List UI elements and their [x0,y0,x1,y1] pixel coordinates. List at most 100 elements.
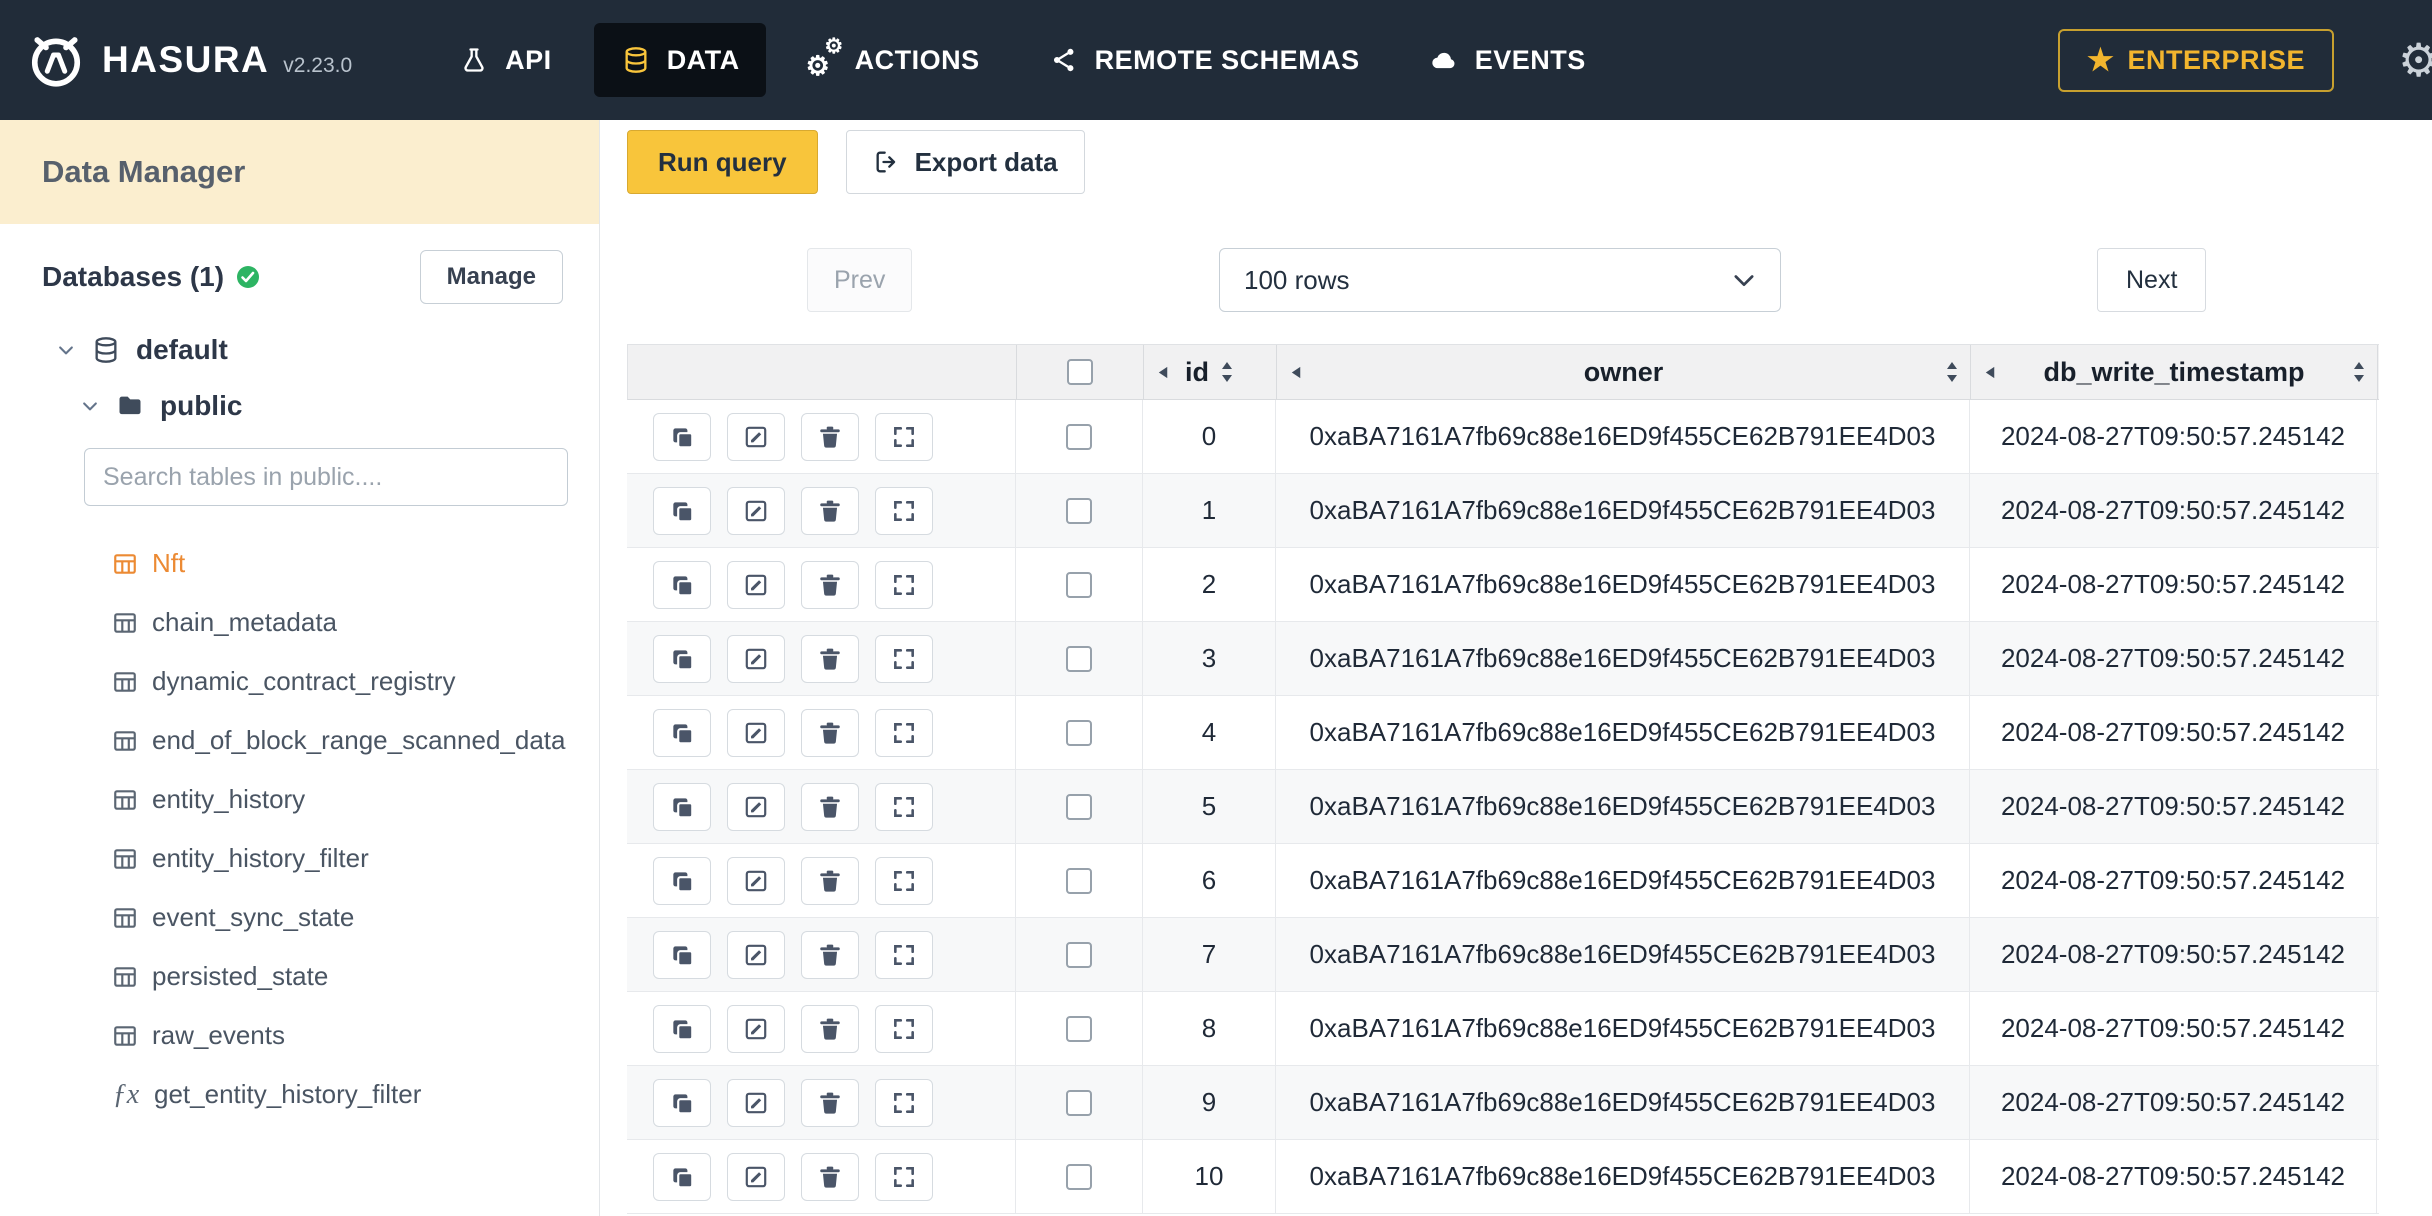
clone-row-button[interactable] [653,634,711,683]
chevron-down-icon[interactable] [80,396,100,416]
prev-page-button[interactable]: Prev [807,248,913,312]
enterprise-label: ENTERPRISE [2127,44,2305,75]
expand-row-button[interactable] [875,634,933,683]
expand-row-button[interactable] [875,560,933,609]
table-row: 1 0xaBA7161A7fb69c88e16ED9f455CE62B791EE… [627,474,2379,548]
cell-timestamp: 2024-08-27T09:50:57.245142 [1970,622,2377,695]
expand-row-button[interactable] [875,782,933,831]
clone-row-button[interactable] [653,1004,711,1053]
expand-row-button[interactable] [875,1078,933,1127]
delete-row-button[interactable] [801,1152,859,1201]
expand-row-button[interactable] [875,1004,933,1053]
select-all-checkbox[interactable] [1067,359,1093,385]
delete-row-button[interactable] [801,782,859,831]
row-checkbox[interactable] [1066,719,1092,746]
edit-row-button[interactable] [727,412,785,461]
edit-row-button[interactable] [727,1078,785,1127]
nav-item-api[interactable]: API [432,23,578,97]
sidebar-table-item[interactable]: event_sync_state [0,888,599,947]
row-checkbox[interactable] [1066,1015,1092,1042]
row-checkbox[interactable] [1066,571,1092,598]
expand-row-button[interactable] [875,486,933,535]
rows-per-page-select[interactable]: 100 rows [1219,248,1781,312]
edit-row-button[interactable] [727,782,785,831]
delete-row-button[interactable] [801,856,859,905]
clone-row-button[interactable] [653,708,711,757]
cell-timestamp: 2024-08-27T09:50:57.245142 [1970,1066,2377,1139]
sort-icon[interactable] [1944,360,1960,384]
nav-item-remote-schemas[interactable]: REMOTE SCHEMAS [1022,23,1386,97]
row-checkbox[interactable] [1066,497,1092,524]
sort-icon[interactable] [1219,360,1235,384]
sidebar-table-item[interactable]: Nft [0,534,599,593]
edit-row-button[interactable] [727,708,785,757]
sidebar-table-item[interactable]: chain_metadata [0,593,599,652]
sidebar-table-item[interactable]: entity_history [0,770,599,829]
enterprise-button[interactable]: ★ ENTERPRISE [2058,28,2334,92]
sidebar-table-item[interactable]: end_of_block_range_scanned_data [0,711,599,770]
clone-row-button[interactable] [653,1152,711,1201]
sidebar-table-item[interactable]: persisted_state [0,947,599,1006]
manage-button[interactable]: Manage [419,250,563,304]
sidebar-table-item[interactable]: dynamic_contract_registry [0,652,599,711]
clone-row-button[interactable] [653,856,711,905]
row-checkbox[interactable] [1066,793,1092,820]
chevron-down-icon[interactable] [56,340,76,360]
delete-row-button[interactable] [801,560,859,609]
edit-row-button[interactable] [727,856,785,905]
expand-row-button[interactable] [875,856,933,905]
header-owner[interactable]: owner [1277,345,1971,399]
expand-row-button[interactable] [875,412,933,461]
delete-row-button[interactable] [801,1078,859,1127]
row-checkbox[interactable] [1066,1089,1092,1116]
export-data-button[interactable]: Export data [845,130,1085,194]
clone-row-button[interactable] [653,486,711,535]
edit-row-button[interactable] [727,1004,785,1053]
sidebar-table-item[interactable]: raw_events [0,1006,599,1065]
sort-icon[interactable] [2351,360,2367,384]
data-manager-header: Data Manager [0,120,599,224]
edit-row-button[interactable] [727,1152,785,1201]
delete-row-button[interactable] [801,1004,859,1053]
edit-row-button[interactable] [727,560,785,609]
hasura-logo-icon[interactable] [26,30,86,90]
settings-gear-icon[interactable]: ⚙ [2398,33,2432,87]
edit-row-button[interactable] [727,486,785,535]
delete-row-button[interactable] [801,708,859,757]
clone-row-button[interactable] [653,782,711,831]
expand-row-button[interactable] [875,930,933,979]
delete-row-button[interactable] [801,486,859,535]
clone-row-button[interactable] [653,1078,711,1127]
delete-row-button[interactable] [801,634,859,683]
header-id[interactable]: id [1144,345,1277,399]
edit-row-button[interactable] [727,634,785,683]
expand-row-button[interactable] [875,708,933,757]
sidebar-table-item[interactable]: entity_history_filter [0,829,599,888]
search-tables-input[interactable] [84,448,568,506]
delete-row-button[interactable] [801,412,859,461]
nav-item-events[interactable]: EVENTS [1402,23,1612,97]
nav-item-data[interactable]: DATA [593,23,766,97]
next-page-button[interactable]: Next [2097,248,2207,312]
row-checkbox[interactable] [1066,423,1092,450]
edit-row-button[interactable] [727,930,785,979]
expand-row-button[interactable] [875,1152,933,1201]
clone-row-button[interactable] [653,560,711,609]
delete-row-button[interactable] [801,930,859,979]
run-query-button[interactable]: Run query [627,130,818,194]
nav-item-actions[interactable]: ⚙ ⚙ ACTIONS [782,23,1006,97]
row-checkbox[interactable] [1066,867,1092,894]
clone-row-button[interactable] [653,930,711,979]
row-checkbox[interactable] [1066,645,1092,672]
collapse-column-icon[interactable] [1289,365,1304,380]
row-checkbox-cell [1016,1140,1143,1213]
row-checkbox[interactable] [1066,941,1092,968]
collapse-column-icon[interactable] [1983,365,1998,380]
row-checkbox[interactable] [1066,1163,1092,1190]
tree-item-default-database[interactable]: default [56,334,599,366]
sidebar-function-item[interactable]: ƒx get_entity_history_filter [0,1065,599,1124]
header-db-write-timestamp[interactable]: db_write_timestamp [1971,345,2378,399]
collapse-column-icon[interactable] [1156,365,1171,380]
tree-item-public-schema[interactable]: public [80,390,599,422]
clone-row-button[interactable] [653,412,711,461]
